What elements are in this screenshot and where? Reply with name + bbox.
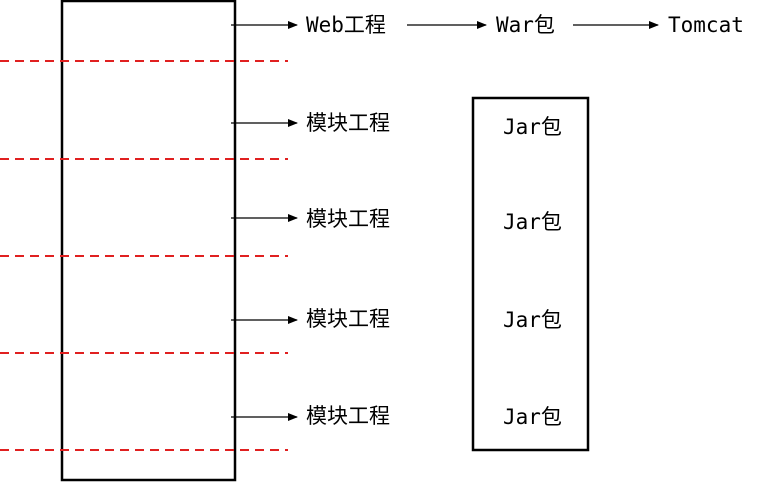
module-label-1: 模块工程 (306, 111, 390, 135)
jar-box (471, 96, 590, 452)
project-box (60, 0, 237, 482)
war-package-label: War包 (496, 13, 555, 37)
jar-label-3: Jar包 (503, 308, 562, 332)
module-label-3: 模块工程 (306, 307, 390, 331)
tomcat-label: Tomcat (668, 13, 744, 37)
jar-label-2: Jar包 (503, 210, 562, 234)
jar-label-1: Jar包 (503, 115, 562, 139)
jar-label-4: Jar包 (503, 405, 562, 429)
web-project-label: Web工程 (306, 13, 386, 37)
module-label-2: 模块工程 (306, 207, 390, 231)
module-label-4: 模块工程 (306, 404, 390, 428)
